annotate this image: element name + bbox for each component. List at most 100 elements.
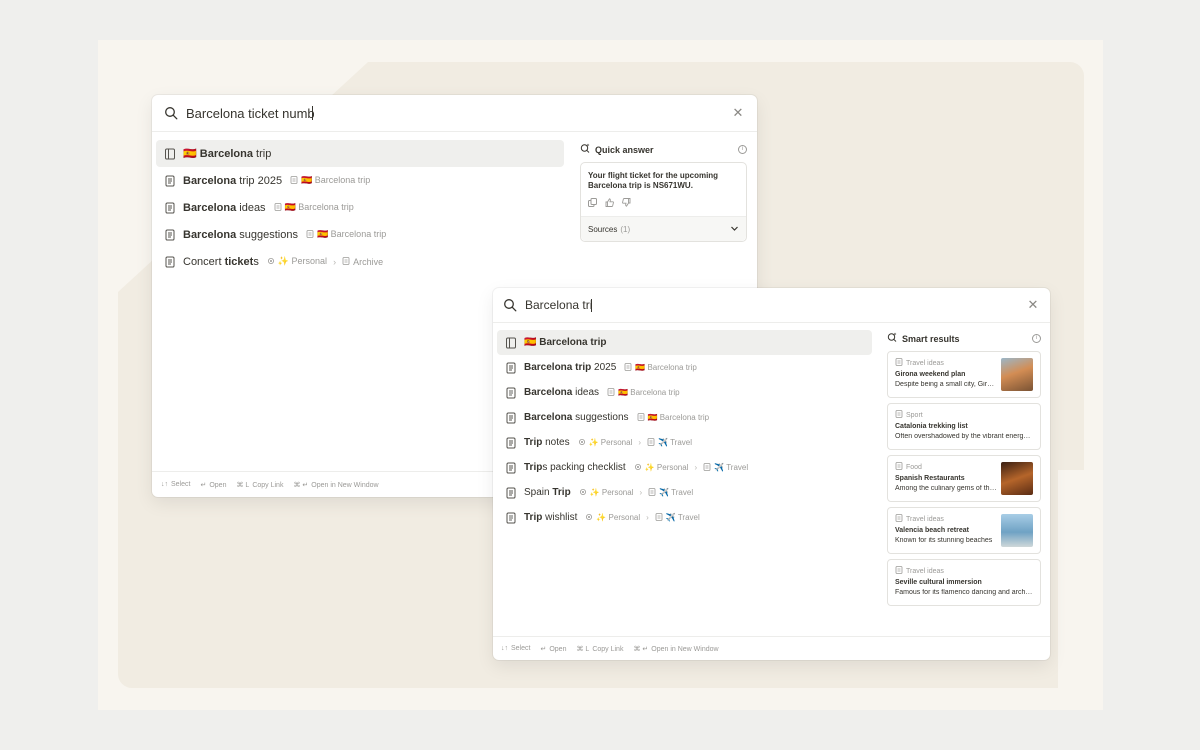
result-breadcrumb: 🇪🇸 Barcelona trip	[637, 412, 710, 423]
info-icon[interactable]: i	[1032, 334, 1041, 343]
search-input[interactable]	[186, 105, 314, 121]
text-cursor	[312, 106, 313, 120]
sources-count: (1)	[620, 224, 631, 234]
smart-results-title: Smart results	[902, 333, 960, 344]
result-row[interactable]: Trip notes ✨ Personal › ✈️ Travel	[497, 430, 872, 455]
smart-result-text: Sport Catalonia trekking list Often oversh…	[895, 410, 1033, 443]
shortcut-key: ↓↑	[501, 645, 508, 652]
doc-icon	[164, 256, 176, 268]
result-title-match: Trip	[524, 437, 543, 448]
breadcrumb-parent: 🇪🇸 Barcelona trip	[284, 202, 354, 212]
quick-answer-text: Your flight ticket for the upcoming Barc…	[588, 171, 719, 190]
smart-result-card[interactable]: Travel ideas Valencia beach retreat Known …	[887, 507, 1041, 554]
result-title: Barcelona trip 2025	[183, 175, 282, 187]
result-row[interactable]: Barcelona ideas 🇪🇸 Barcelona trip	[156, 194, 564, 221]
doc-icon	[164, 202, 176, 214]
shortcut-hint: ⌘ ↵ Open in New Window	[293, 481, 378, 489]
result-row[interactable]: 🇪🇸 Barcelona trip	[156, 140, 564, 167]
result-title-rest: 2025	[591, 362, 617, 373]
quick-answer-header: Quick answer i	[580, 143, 747, 156]
smart-result-card[interactable]: Travel ideas Seville cultural immersion Fa…	[887, 559, 1041, 606]
result-row[interactable]: Spain Trip ✨ Personal › ✈️ Travel	[497, 480, 872, 505]
smart-results-panel: Smart results i Travel ideas Girona weeke…	[887, 332, 1041, 611]
result-title-match: Barcelona	[524, 387, 573, 398]
breadcrumb-parent: 🇪🇸 Barcelona trip	[316, 229, 387, 239]
category-label: Travel ideas	[906, 515, 944, 523]
result-row[interactable]: Barcelona trip 2025 🇪🇸 Barcelona trip	[156, 167, 564, 194]
doc-icon	[505, 512, 517, 524]
result-title-prefix: Spain	[524, 487, 553, 498]
result-row[interactable]: Trip wishlist ✨ Personal › ✈️ Travel	[497, 505, 872, 530]
breadcrumb-child: Archive	[353, 256, 384, 267]
doc-icon	[505, 437, 517, 449]
shortcut-label: Open	[549, 645, 567, 653]
smart-results-list: Travel ideas Girona weekend plan Despite b…	[887, 351, 1041, 606]
background-cutout-right	[1058, 470, 1084, 688]
smart-result-text: Food Spanish Restaurants Among the culinar…	[895, 462, 997, 495]
doc-icon	[895, 566, 903, 576]
thumbs-down-icon[interactable]	[622, 198, 631, 207]
shortcut-hint: ↵ Open	[540, 645, 566, 653]
shortcut-key: ⌘ L	[236, 481, 250, 489]
doc-icon	[505, 362, 517, 374]
smart-result-thumbnail	[1001, 514, 1033, 547]
close-icon[interactable]: ✕	[1026, 297, 1040, 313]
shortcut-hint: ⌘ L Copy Link	[576, 645, 623, 653]
result-row[interactable]: Trips packing checklist ✨ Personal › ✈️ Tra…	[497, 455, 872, 480]
doc-icon	[306, 229, 314, 240]
answer-actions	[581, 195, 746, 216]
smart-result-category: Food	[895, 462, 997, 472]
smart-result-card[interactable]: Food Spanish Restaurants Among the culinar…	[887, 455, 1041, 502]
teamspace-icon	[267, 257, 275, 267]
smart-result-thumbnail	[1001, 358, 1033, 391]
smart-result-card[interactable]: Travel ideas Girona weekend plan Despite b…	[887, 351, 1041, 398]
breadcrumb-parent: ✨ Personal	[644, 463, 689, 472]
doc-icon	[648, 487, 656, 498]
result-row[interactable]: Concert tickets ✨ Personal › Archive	[156, 248, 564, 275]
result-row[interactable]: 🇪🇸 Barcelona trip	[497, 330, 872, 355]
thumbs-up-icon[interactable]	[605, 198, 614, 207]
result-title-match: Barcelona trip	[524, 362, 592, 373]
result-title-prefix: 🇪🇸	[524, 337, 540, 348]
result-row[interactable]: Barcelona ideas 🇪🇸 Barcelona trip	[497, 380, 872, 405]
result-title: Trips packing checklist	[524, 462, 626, 473]
breadcrumb-parent: 🇪🇸 Barcelona trip	[647, 413, 710, 422]
page-icon	[505, 337, 517, 349]
shortcut-key: ⌘ ↵	[633, 645, 649, 653]
sparkle-search-icon	[580, 143, 590, 156]
result-row[interactable]: Barcelona suggestions 🇪🇸 Barcelona trip	[156, 221, 564, 248]
result-breadcrumb: ✨ Personal › ✈️ Travel	[579, 487, 693, 498]
result-breadcrumb: 🇪🇸 Barcelona trip	[274, 202, 354, 213]
close-icon[interactable]: ✕	[731, 105, 745, 121]
smart-result-title: Spanish Restaurants	[895, 475, 965, 482]
shortcut-key: ⌘ L	[576, 645, 590, 653]
result-breadcrumb: 🇪🇸 Barcelona trip	[290, 175, 370, 186]
copy-icon[interactable]	[588, 198, 597, 207]
shortcut-key: ↵	[200, 481, 207, 489]
result-title: Barcelona trip 2025	[524, 362, 616, 373]
sources-toggle[interactable]: Sources (1)	[581, 216, 746, 241]
breadcrumb-child: ✈️ Travel	[714, 463, 749, 472]
doc-icon	[274, 202, 282, 213]
doc-icon	[637, 412, 645, 423]
doc-icon	[895, 410, 903, 420]
shortcut-label: Copy Link	[252, 481, 284, 489]
result-title-match: Barcelona	[183, 228, 237, 241]
results-list: 🇪🇸 Barcelona trip Barcelona trip 2025 🇪🇸 B…	[497, 330, 872, 530]
breadcrumb-parent: ✨ Personal	[277, 256, 328, 266]
search-bar: ✕	[152, 95, 757, 132]
info-icon[interactable]: i	[738, 145, 747, 154]
doc-icon	[505, 487, 517, 499]
result-row[interactable]: Barcelona trip 2025 🇪🇸 Barcelona trip	[497, 355, 872, 380]
search-input[interactable]	[525, 298, 593, 312]
doc-icon	[505, 387, 517, 399]
category-label: Travel ideas	[906, 359, 944, 367]
text-cursor	[591, 298, 592, 312]
doc-icon	[164, 175, 176, 187]
result-title-rest: s packing checklist	[542, 462, 626, 473]
shortcut-hint: ⌘ ↵ Open in New Window	[633, 645, 718, 653]
smart-result-card[interactable]: Sport Catalonia trekking list Often oversh…	[887, 403, 1041, 450]
teamspace-icon	[579, 488, 587, 498]
smart-result-category: Sport	[895, 410, 1033, 420]
result-row[interactable]: Barcelona suggestions 🇪🇸 Barcelona trip	[497, 405, 872, 430]
